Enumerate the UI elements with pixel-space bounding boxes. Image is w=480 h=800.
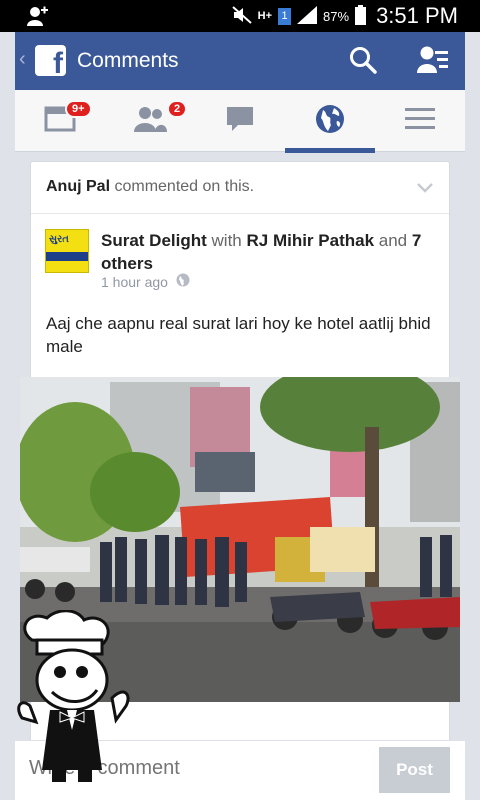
- post-text: Aaj che aapnu real surat lari hoy ke hot…: [46, 314, 431, 356]
- message-bubble-icon: [226, 106, 254, 137]
- post-timestamp-row: 1 hour ago: [101, 273, 190, 290]
- friend-requests-icon: [133, 106, 167, 137]
- hamburger-menu-icon: [405, 107, 435, 136]
- tab-news-feed[interactable]: 9+: [15, 90, 105, 152]
- post-time[interactable]: 1 hour ago: [101, 274, 168, 290]
- post-attribution: Surat Delight with RJ Mihir Pathak and 7…: [101, 229, 431, 275]
- and-word: and: [374, 231, 412, 250]
- app-bar: ‹ f Comments: [15, 32, 465, 90]
- feed-badge: 9+: [65, 100, 92, 118]
- post-button[interactable]: Post: [379, 747, 450, 793]
- add-contact-notification-icon: [26, 5, 48, 32]
- network-type-label: H+: [257, 10, 273, 22]
- globe-icon: [315, 104, 345, 139]
- tab-more-menu[interactable]: [375, 90, 465, 152]
- clock: 3:51 PM: [376, 3, 458, 28]
- commenter-name[interactable]: Anuj Pal: [46, 178, 110, 195]
- post-header: સુરત Surat Delight with RJ Mihir Pathak …: [31, 214, 449, 302]
- tagged-person[interactable]: RJ Mihir Pathak: [246, 231, 374, 250]
- page-title: Comments: [77, 49, 179, 72]
- tab-friend-requests[interactable]: 2: [105, 90, 195, 152]
- tab-bar: 9+ 2: [15, 90, 465, 153]
- battery-icon: [355, 4, 367, 28]
- friend-requests-badge: 2: [167, 100, 188, 118]
- tab-notifications[interactable]: [285, 90, 375, 153]
- battery-percent: 87%: [323, 8, 350, 24]
- comment-action-text: commented on this.: [110, 178, 255, 195]
- sim-icon: 1: [278, 7, 292, 25]
- tab-messages[interactable]: [195, 90, 285, 152]
- back-chevron-icon[interactable]: ‹: [19, 48, 26, 71]
- public-globe-icon: [176, 273, 190, 290]
- chevron-down-icon[interactable]: [417, 180, 433, 198]
- commented-on-line: Anuj Pal commented on this.: [46, 178, 254, 196]
- search-icon[interactable]: [349, 46, 377, 79]
- page-name[interactable]: Surat Delight: [101, 231, 207, 250]
- page-avatar-text: સુરત: [49, 234, 69, 245]
- facebook-logo-icon[interactable]: f: [35, 45, 66, 79]
- signal-icon: [297, 5, 318, 27]
- with-word: with: [206, 231, 247, 250]
- status-bar: H+ 1 87% 3:51 PM: [0, 0, 480, 32]
- story-header: Anuj Pal commented on this.: [31, 162, 449, 214]
- page-avatar[interactable]: સુરત: [45, 229, 89, 273]
- friends-list-icon[interactable]: [417, 45, 449, 80]
- chef-mascot-watermark: [12, 609, 147, 785]
- mute-icon: [231, 5, 252, 27]
